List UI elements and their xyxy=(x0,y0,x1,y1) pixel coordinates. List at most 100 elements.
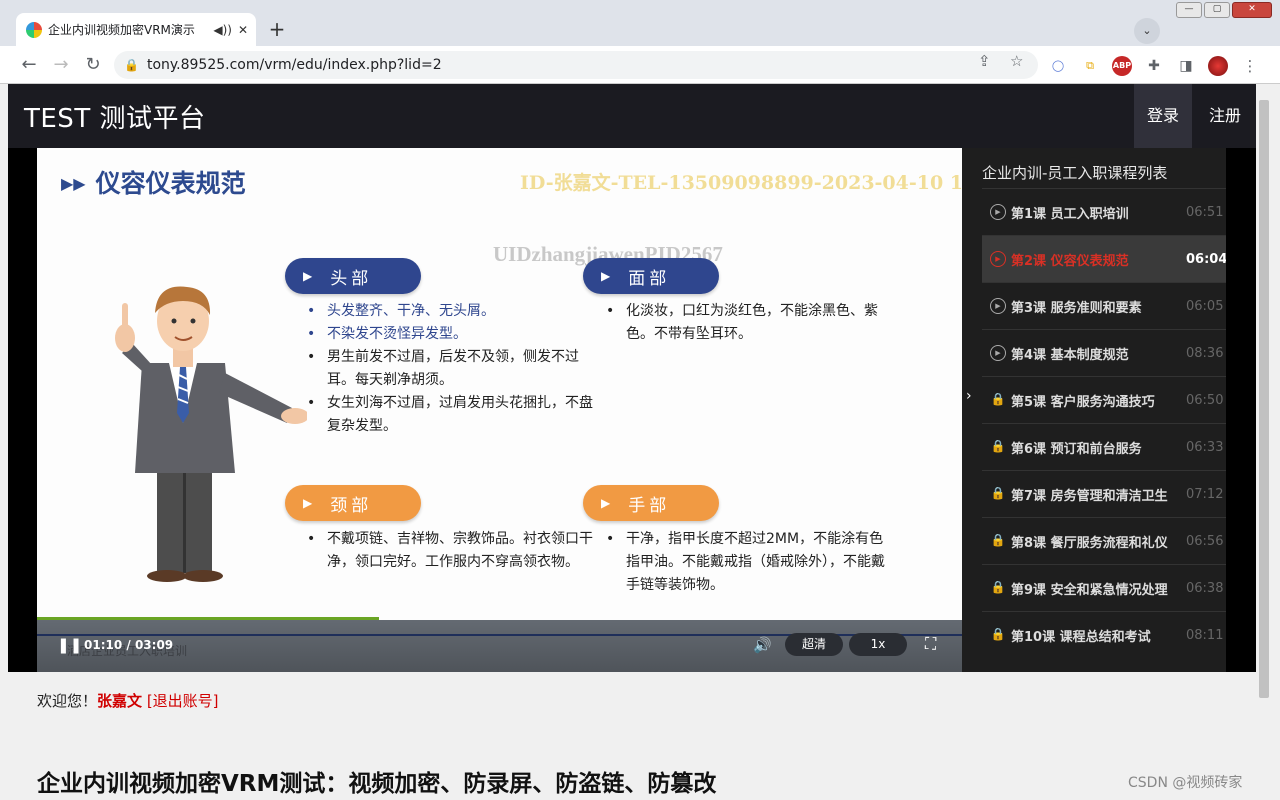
playlist-item-duration: 07:12 xyxy=(1186,486,1224,502)
page-content: TEST 测试平台 登录 注册 ▶▶ 仪容仪表规范 ID-张嘉文-TEL-1350… xyxy=(8,84,1256,800)
back-icon[interactable]: ← xyxy=(18,54,40,75)
profile-avatar-icon[interactable] xyxy=(1208,56,1228,76)
playlist-item[interactable]: 🔒 第9课 安全和紧急情况处理 06:38 xyxy=(982,564,1226,611)
puzzle-extensions-icon[interactable]: ✚ xyxy=(1144,56,1164,76)
close-tab-icon[interactable]: ✕ xyxy=(238,23,248,37)
lock-icon: 🔒 xyxy=(990,439,1006,453)
forward-icon[interactable]: → xyxy=(50,54,72,75)
playlist-item[interactable]: ▶ 第1课 员工入职培训 06:51 xyxy=(982,188,1226,235)
window-controls: — ▢ ✕ xyxy=(1176,2,1272,18)
section-list-hand: 干净，指甲长度不超过2MM，不能涂有色指甲油。不能戴戒指（婚戒除外），不能戴手链… xyxy=(604,528,894,597)
welcome-text: 欢迎您！ xyxy=(37,692,98,710)
playlist-item-duration: 06:05 xyxy=(1186,298,1224,314)
adblock-icon[interactable]: ABP xyxy=(1112,56,1132,76)
close-window-button[interactable]: ✕ xyxy=(1232,2,1272,18)
playlist-item[interactable]: 🔒 第8课 餐厅服务流程和礼仪 06:56 xyxy=(982,517,1226,564)
play-circle-icon: ▶ xyxy=(990,345,1006,361)
tab-search-icon[interactable]: ⌄ xyxy=(1134,18,1160,44)
businessman-illustration xyxy=(115,286,307,582)
sidepanel-icon[interactable]: ◨ xyxy=(1176,56,1196,76)
playlist-item[interactable]: 🔒 第6课 预订和前台服务 06:33 xyxy=(982,423,1226,470)
play-triangle-icon: ▶ xyxy=(601,269,611,283)
list-item: 头发整齐、干净、无头屑。 xyxy=(305,300,605,323)
playlist-item[interactable]: ▶ 第2课 仪容仪表规范 06:04 xyxy=(982,235,1227,282)
volume-icon[interactable]: 🔊 xyxy=(753,636,772,654)
watermark-top: ID-张嘉文-TEL-13509098899-2023-04-10 16:53:… xyxy=(520,172,962,194)
scrollbar-thumb[interactable] xyxy=(1259,100,1269,698)
chevron-right-icon[interactable]: › xyxy=(966,388,972,404)
playlist-item-label: 第3课 服务准则和要素 xyxy=(1011,300,1142,316)
list-item: 女生刘海不过眉，过肩发用头花捆扎，不盘复杂发型。 xyxy=(305,392,605,438)
speed-button[interactable]: 1x xyxy=(849,633,907,656)
playlist-item-duration: 06:50 xyxy=(1186,392,1224,408)
play-triangle-icon: ▶ xyxy=(303,269,313,283)
playlist-item-label: 第8课 餐厅服务流程和礼仪 xyxy=(1011,535,1168,551)
logout-link[interactable]: [退出账号] xyxy=(147,692,219,710)
page-heading: 企业内训视频加密VRM测试：视频加密、防录屏、防盗链、防篡改 xyxy=(37,771,717,797)
playlist-item-duration: 06:33 xyxy=(1186,439,1224,455)
playlist-item-label: 第7课 房务管理和清洁卫生 xyxy=(1011,488,1168,504)
new-tab-button[interactable]: + xyxy=(262,16,292,44)
lock-icon: 🔒 xyxy=(990,580,1006,594)
speaker-icon[interactable]: ◀)) xyxy=(213,23,232,37)
course-playlist: 企业内训-员工入职课程列表 › ▶ 第1课 员工入职培训 06:51 ▶ 第2课 仪容仪… xyxy=(962,148,1227,672)
section-pill-neck: ▶ 颈部 xyxy=(285,485,421,521)
tab-title: 企业内训视频加密VRM演示 xyxy=(48,23,195,37)
menu-dots-icon[interactable]: ⋮ xyxy=(1240,56,1260,76)
extension-icon[interactable]: ◯ xyxy=(1048,56,1068,76)
time-display: 01:10 / 03:09 xyxy=(84,638,174,652)
double-arrow-icon: ▶▶ xyxy=(61,174,86,193)
playlist-item-duration: 06:51 xyxy=(1186,204,1224,220)
section-list-head: 头发整齐、干净、无头屑。 不染发不烫怪异发型。 男生前发不过眉，后发不及领，侧发… xyxy=(305,300,605,438)
lock-icon: 🔒 xyxy=(990,627,1006,641)
playlist-item-label: 第5课 客户服务沟通技巧 xyxy=(1011,394,1155,410)
play-circle-icon: ▶ xyxy=(990,251,1006,267)
extension-icon[interactable]: ⧉ xyxy=(1080,56,1100,76)
playlist-item-label: 第4课 基本制度规范 xyxy=(1011,347,1129,363)
address-bar: ← → ↻ 🔒 tony.89525.com/vrm/edu/index.php… xyxy=(0,46,1280,84)
browser-tab[interactable]: 企业内训视频加密VRM演示 ◀)) ✕ xyxy=(16,13,256,46)
reload-icon[interactable]: ↻ xyxy=(82,54,104,75)
playlist-item-label: 第6课 预订和前台服务 xyxy=(1011,441,1142,457)
playlist-item[interactable]: 🔒 第7课 房务管理和清洁卫生 07:12 xyxy=(982,470,1226,517)
slide-title: ▶▶ 仪容仪表规范 xyxy=(61,169,246,198)
list-item: 不染发不烫怪异发型。 xyxy=(305,323,605,346)
player-right-edge xyxy=(1226,148,1256,672)
playlist-item-label: 第1课 员工入职培训 xyxy=(1011,206,1129,222)
playlist-title: 企业内训-员工入职课程列表 xyxy=(982,164,1168,182)
lock-icon: 🔒 xyxy=(124,58,139,72)
pause-icon[interactable]: ❚❚ xyxy=(57,636,82,654)
username: 张嘉文 xyxy=(97,692,143,710)
quality-button[interactable]: 超清 xyxy=(785,633,843,656)
playlist-item-label: 第10课 课程总结和考试 xyxy=(1011,629,1151,645)
lock-icon: 🔒 xyxy=(990,486,1006,500)
playlist-item[interactable]: 🔒 第10课 课程总结和考试 08:11 xyxy=(982,611,1226,658)
video-frame[interactable]: ▶▶ 仪容仪表规范 ID-张嘉文-TEL-13509098899-2023-04-… xyxy=(37,148,962,672)
site-logo[interactable]: TEST 测试平台 xyxy=(24,98,205,135)
share-icon[interactable]: ⇪ xyxy=(978,52,991,70)
section-list-face: 化淡妆，口红为淡红色，不能涂黑色、紫色。不带有坠耳环。 xyxy=(604,300,904,346)
site-header: TEST 测试平台 登录 注册 xyxy=(8,84,1256,148)
play-triangle-icon: ▶ xyxy=(303,496,313,510)
playlist-item-duration: 06:38 xyxy=(1186,580,1224,596)
fullscreen-icon[interactable]: ⛶ xyxy=(925,634,936,654)
site-favicon-icon xyxy=(26,21,42,38)
bookmark-star-icon[interactable]: ☆ xyxy=(1010,52,1023,70)
section-pill-face: ▶ 面部 xyxy=(583,258,719,294)
section-pill-head: ▶ 头部 xyxy=(285,258,421,294)
play-triangle-icon: ▶ xyxy=(601,496,611,510)
playlist-item[interactable]: ▶ 第4课 基本制度规范 08:36 xyxy=(982,329,1226,376)
login-button[interactable]: 登录 xyxy=(1134,84,1192,148)
playlist-item[interactable]: 🔒 第5课 客户服务沟通技巧 06:50 xyxy=(982,376,1226,423)
maximize-button[interactable]: ▢ xyxy=(1204,2,1230,18)
play-circle-icon: ▶ xyxy=(990,298,1006,314)
list-item: 不戴项链、吉祥物、宗教饰品。衬衣领口干净，领口完好。工作服内不穿高领衣物。 xyxy=(305,528,595,574)
register-button[interactable]: 注册 xyxy=(1196,84,1254,148)
url-field[interactable]: 🔒 tony.89525.com/vrm/edu/index.php?lid=2 xyxy=(114,51,1038,79)
welcome-line: 欢迎您！张嘉文 [退出账号] xyxy=(37,690,219,711)
list-item: 化淡妆，口红为淡红色，不能涂黑色、紫色。不带有坠耳环。 xyxy=(604,300,904,346)
csdn-watermark: CSDN @视频砖家 xyxy=(1128,775,1243,791)
playlist-item[interactable]: ▶ 第3课 服务准则和要素 06:05 xyxy=(982,282,1226,329)
minimize-button[interactable]: — xyxy=(1176,2,1202,18)
playlist-item-duration: 06:56 xyxy=(1186,533,1224,549)
